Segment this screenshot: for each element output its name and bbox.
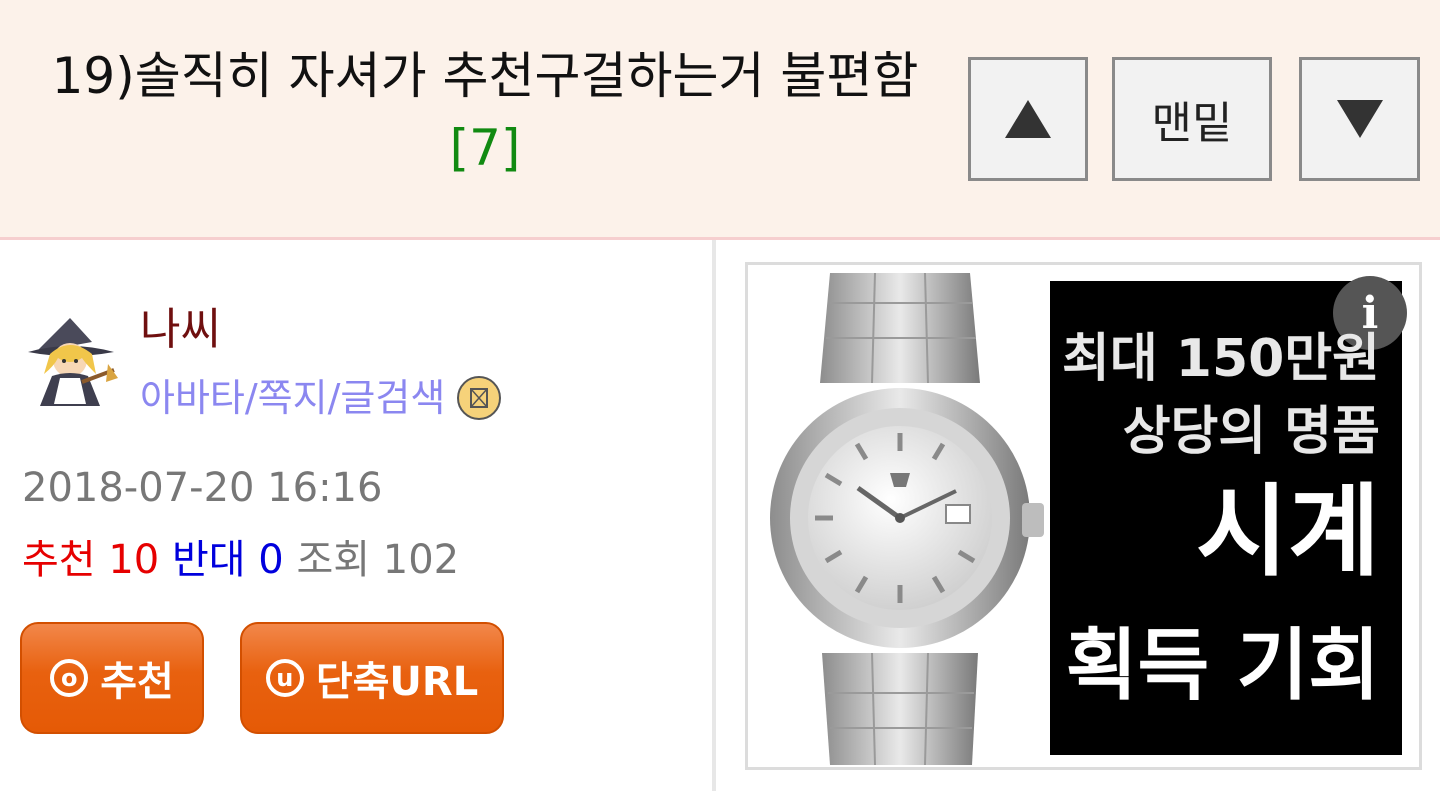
recommend-button[interactable]: o 추천 — [20, 622, 204, 734]
recommend-label: 추천 — [22, 537, 96, 583]
post-date: 2018-07-20 16:16 — [22, 465, 383, 511]
short-url-button[interactable]: u 단축URL — [240, 622, 504, 734]
circle-u-icon: u — [265, 659, 304, 697]
column-divider — [712, 240, 716, 791]
ad-line-4: 획득 기회 — [1065, 621, 1380, 711]
comment-count[interactable]: [7] — [450, 119, 521, 177]
views-label: 조회 — [296, 537, 371, 583]
scroll-down-button[interactable] — [1299, 57, 1420, 181]
oppose-label: 반대 — [171, 537, 246, 583]
post-title-text: 19)솔직히 자셔가 추천구걸하는거 불편함 — [51, 47, 919, 105]
post-header: 19)솔직히 자셔가 추천구걸하는거 불편함 [7] 맨밑 — [0, 0, 1440, 240]
author-links: 아바타/쪽지/글검색 — [140, 372, 502, 424]
circle-o-icon: o — [50, 659, 89, 697]
ad-line-2: 상당의 명품 — [1122, 402, 1380, 462]
recommend-count: 10 — [108, 537, 160, 583]
triangle-down-icon — [1336, 100, 1383, 138]
ad-line-1: 최대 150만원 — [1061, 329, 1380, 389]
views-count: 102 — [382, 537, 460, 583]
ad-line-3: 시계 — [1196, 473, 1380, 590]
post-title: 19)솔직히 자셔가 추천구걸하는거 불편함 [7] — [20, 40, 950, 184]
author-links-text[interactable]: 아바타/쪽지/글검색 — [140, 372, 445, 424]
watch-image — [760, 273, 1050, 765]
post-stats: 추천 10 반대 0 조회 102 — [22, 534, 459, 586]
oppose-count: 0 — [258, 537, 284, 583]
triangle-up-icon — [1005, 100, 1051, 138]
scroll-bottom-button[interactable]: 맨밑 — [1112, 57, 1272, 181]
envelope-icon[interactable] — [457, 376, 502, 420]
recommend-button-label: 추천 — [100, 659, 174, 705]
scroll-up-button[interactable] — [968, 57, 1088, 181]
short-url-button-label: 단축URL — [315, 659, 479, 705]
avatar[interactable] — [22, 312, 118, 412]
author-name[interactable]: 나씨 — [140, 300, 221, 360]
